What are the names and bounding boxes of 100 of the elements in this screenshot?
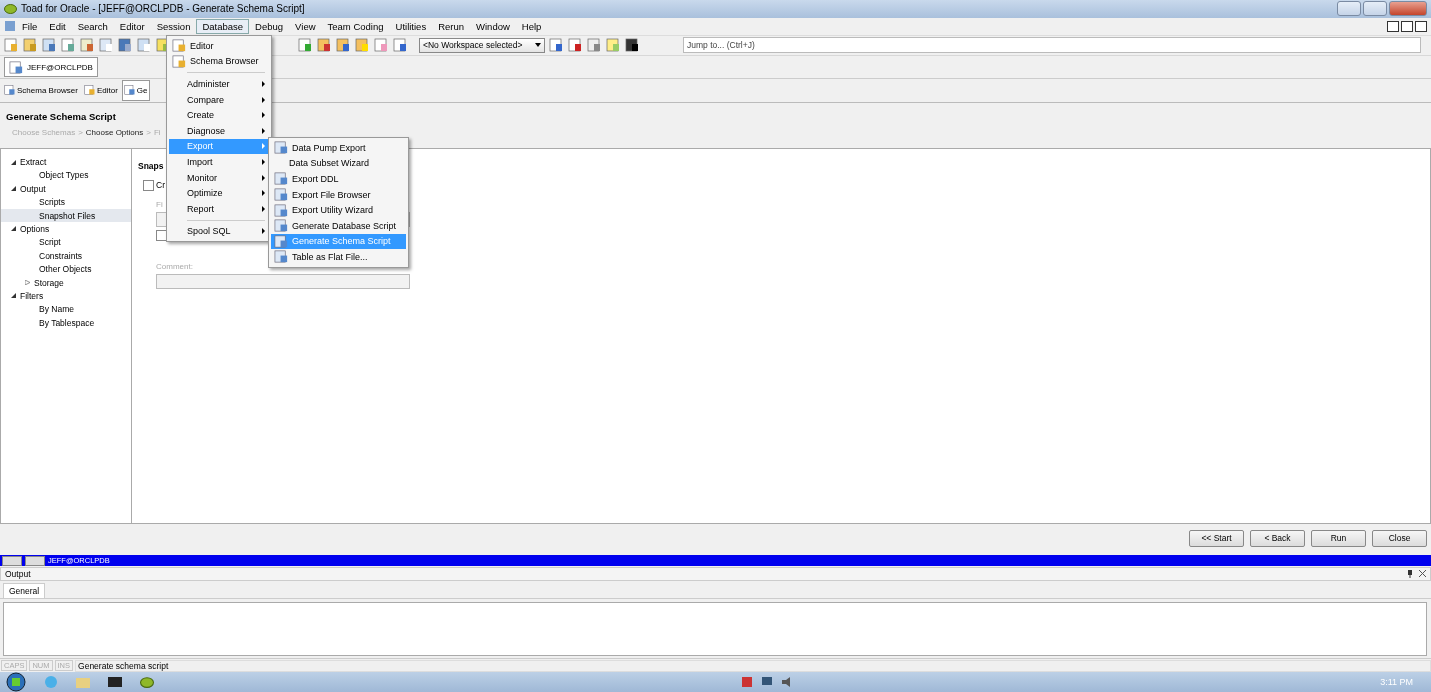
menu-item[interactable]: Database (196, 18, 250, 34)
panel-title: Output (5, 568, 31, 579)
speaker-icon (782, 677, 793, 687)
menu-item[interactable]: Window (470, 18, 516, 34)
menu-item[interactable]: Schema Browser (169, 53, 269, 70)
menu-item[interactable]: Spool SQL (169, 223, 269, 240)
section-heading: Snaps (138, 161, 164, 172)
breadcrumb-separator: > (78, 127, 83, 137)
wizard-button[interactable]: Close (1372, 529, 1427, 547)
tree-item[interactable]: Options (1, 222, 131, 236)
menu-item[interactable]: Diagnose (169, 122, 269, 139)
menu-item[interactable]: Team Coding (321, 18, 390, 34)
menu-item[interactable]: Export Utility Wizard (271, 202, 406, 218)
jump-to-field[interactable]: Jump to... (Ctrl+J) (683, 37, 1421, 54)
minimize-button[interactable] (1387, 20, 1399, 32)
menu-item[interactable]: Session (150, 18, 197, 34)
window-icon (172, 38, 187, 54)
tree-item[interactable]: By Tablespace (1, 316, 131, 330)
document-icon (274, 140, 289, 156)
menu-item[interactable]: Edit (43, 18, 72, 34)
window-icon (4, 84, 16, 97)
document-icon (274, 171, 289, 187)
tree-item[interactable]: Script (1, 235, 131, 250)
collapse-icon[interactable] (11, 226, 16, 232)
document-icon (274, 218, 289, 234)
wizard-title: Generate Schema Script (6, 110, 116, 122)
menu-item[interactable]: Data Subset Wizard (271, 155, 406, 172)
menu-item[interactable]: Export DDL (271, 171, 406, 187)
tree-item[interactable]: Extract (1, 155, 131, 169)
tree-item[interactable]: Storage (1, 275, 131, 290)
tree-item[interactable]: Filters (1, 289, 131, 303)
connection-tab[interactable]: JEFF@ORCLPDB (4, 57, 98, 78)
wizard-button[interactable]: < Back (1250, 529, 1305, 547)
checkbox[interactable] (143, 180, 154, 192)
workspace-dropdown[interactable]: <No Workspace selected> (419, 37, 545, 53)
window-icon[interactable] (41, 37, 57, 54)
window-icon (123, 84, 136, 97)
collapse-icon[interactable] (11, 159, 16, 165)
menu-item[interactable]: Editor (169, 38, 269, 54)
field-label: Fi (155, 200, 163, 210)
window-tab[interactable]: Editor (81, 79, 120, 101)
close-button[interactable] (1415, 20, 1427, 32)
status-message: Generate schema script (75, 659, 1431, 672)
menu-item[interactable]: View (289, 18, 322, 34)
pin-icon[interactable] (1407, 569, 1413, 578)
document-icon (274, 249, 289, 265)
document-icon (274, 233, 289, 249)
menu-item[interactable]: Compare (169, 91, 269, 108)
field-label: Comment: (155, 262, 193, 272)
window-icon[interactable] (117, 37, 133, 54)
window-icon (172, 53, 187, 69)
restore-button[interactable] (1401, 20, 1413, 32)
checkbox[interactable] (156, 230, 167, 242)
tree-item[interactable]: Object Types (1, 168, 131, 183)
tree-item[interactable]: Snapshot Files (1, 208, 131, 223)
clock: 3:11 PM (1380, 677, 1413, 687)
tree-item[interactable]: Output (1, 182, 131, 196)
breadcrumb-separator: > (146, 127, 151, 137)
window-icon (83, 84, 96, 97)
menu-item[interactable]: Administer (169, 76, 269, 92)
window-icon[interactable] (98, 37, 114, 54)
collapse-icon[interactable] (11, 293, 16, 299)
menu-item[interactable]: Search (71, 18, 114, 34)
menu-item[interactable]: Generate Database Script (271, 217, 406, 234)
document-icon[interactable] (586, 37, 602, 54)
tree-item[interactable]: Scripts (1, 195, 131, 209)
menu-item[interactable]: Monitor (169, 169, 269, 186)
checkbox-label: Cr (156, 180, 165, 191)
close-icon[interactable] (1419, 569, 1426, 577)
menu-item[interactable]: Debug (249, 18, 290, 34)
menu-item[interactable]: Export File Browser (271, 186, 406, 203)
menu-item[interactable]: File (16, 18, 44, 34)
tree-item[interactable]: Constraints (1, 249, 131, 263)
collapse-icon[interactable] (11, 186, 16, 192)
menu-item[interactable]: Create (169, 107, 269, 123)
window-icon[interactable] (136, 37, 152, 54)
window-tab[interactable]: Ge (121, 79, 150, 101)
wizard-button[interactable]: Run (1311, 529, 1366, 547)
menu-item[interactable]: Optimize (169, 185, 269, 201)
toggle-button[interactable] (2, 555, 22, 566)
toggle-button[interactable] (25, 555, 45, 566)
menu-item[interactable]: Data Pump Export (271, 140, 406, 156)
breadcrumb-step[interactable]: Choose Options (85, 127, 144, 137)
comment-field[interactable] (156, 274, 410, 290)
expand-icon[interactable] (25, 280, 30, 286)
document-icon (274, 202, 289, 218)
menu-item[interactable]: Utilities (389, 18, 433, 34)
menu-item[interactable]: Rerun (432, 18, 470, 34)
menu-item[interactable]: Table as Flat File... (271, 249, 406, 265)
wizard-button[interactable]: << Start (1189, 529, 1244, 547)
tree-item[interactable]: Other Objects (1, 262, 131, 276)
menu-item[interactable]: Import (169, 154, 269, 170)
window-title: Toad for Oracle - [JEFF@ORCLPDB - Generate Schema Script] (21, 3, 305, 15)
document-icon (274, 187, 289, 203)
panel-tab[interactable]: General (3, 582, 46, 598)
menu-item[interactable]: Report (169, 200, 269, 217)
menu-item[interactable]: Editor (113, 18, 151, 34)
menu-item[interactable]: Help (515, 18, 548, 34)
window-tab[interactable]: Schema Browser (2, 79, 80, 101)
tree-item[interactable]: By Name (1, 302, 131, 317)
